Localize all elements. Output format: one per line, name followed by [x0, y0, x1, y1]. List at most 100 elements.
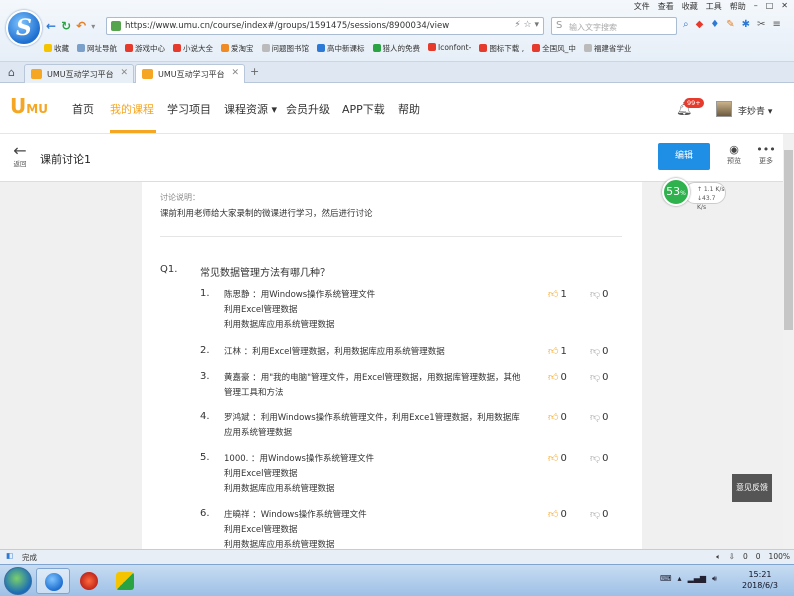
username-menu[interactable]: 李妙青 ▾	[738, 104, 772, 117]
tools-icon[interactable]: ✂	[757, 19, 765, 30]
address-bar[interactable]: https://www.umu.cn/course/index#/groups/…	[106, 17, 544, 35]
menu-help[interactable]: 帮助	[730, 1, 746, 12]
dropdown-icon[interactable]: ▾	[91, 22, 95, 31]
home-icon[interactable]: ⌂	[8, 66, 15, 79]
bookmark-item[interactable]: 全国风_中	[532, 43, 576, 54]
search-box[interactable]: S 输入文字搜索	[551, 17, 677, 35]
more-button[interactable]: ••• 更多	[754, 144, 778, 166]
preview-button[interactable]: ◉ 预览	[722, 144, 746, 166]
network-icon[interactable]: ▂▄▆	[688, 574, 706, 584]
audio-icon[interactable]: 🔈︎	[716, 552, 721, 562]
like-button[interactable]: 👍︎ 0	[548, 508, 567, 520]
menu-file[interactable]: 文件	[634, 1, 650, 12]
avatar[interactable]	[716, 101, 732, 117]
eye-icon: ◉	[729, 143, 739, 156]
nav-course-resources[interactable]: 课程资源 ▾	[224, 101, 277, 117]
description-text: 课前利用老师给大家录制的微课进行学习，然后进行讨论	[160, 209, 373, 219]
minimize-icon[interactable]: –	[754, 1, 758, 12]
umu-favicon-icon	[142, 69, 153, 79]
close-window-icon[interactable]: ✕	[781, 1, 788, 12]
edit-button[interactable]: 编辑	[658, 143, 710, 170]
tab-close-icon[interactable]: ✕	[231, 68, 239, 78]
nav-learning-projects[interactable]: 学习项目	[167, 101, 211, 117]
taskbar-app3[interactable]	[108, 568, 142, 594]
windows-taskbar: ⌨ ▴ ▂▄▆ 🔊︎ 15:21 2018/6/3	[0, 564, 794, 596]
app-icon	[116, 572, 134, 590]
like-button[interactable]: 👍︎ 1	[548, 288, 567, 300]
maximize-icon[interactable]: □	[766, 1, 774, 12]
search-icon[interactable]: ⌕	[683, 19, 689, 30]
dislike-button[interactable]: 👎︎ 0	[590, 411, 609, 423]
nav-membership[interactable]: 会员升级	[286, 101, 330, 117]
browser-logo-icon[interactable]: S	[6, 10, 42, 46]
system-tray: ⌨ ▴ ▂▄▆ 🔊︎	[660, 574, 717, 584]
thumbs-up-icon: 👍︎	[548, 289, 559, 300]
download-icon[interactable]: ⇩	[729, 552, 735, 562]
extensions-icon[interactable]: ✱	[742, 19, 750, 30]
address-url[interactable]: https://www.umu.cn/course/index#/groups/…	[125, 21, 449, 31]
like-button[interactable]: 👍︎ 0	[548, 411, 567, 423]
back-arrow-icon[interactable]: ←	[46, 19, 56, 33]
bookmark-item[interactable]: 小说大全	[173, 43, 213, 54]
scrollbar[interactable]	[783, 134, 794, 549]
dislike-button[interactable]: 👎︎ 0	[590, 345, 609, 357]
menu-tools[interactable]: 工具	[706, 1, 722, 12]
start-button[interactable]	[4, 567, 32, 595]
keyboard-icon[interactable]: ⌨	[660, 574, 672, 584]
bookmark-item[interactable]: 猎人的免费	[372, 43, 420, 54]
dislike-button[interactable]: 👎︎ 0	[590, 371, 609, 383]
zoom-level[interactable]: 100%	[769, 552, 790, 562]
toolbar-icons: ⌕ ◆ ♦ ✎ ✱ ✂ ≡	[683, 19, 781, 30]
bookmark-item[interactable]: 网址导航	[77, 43, 117, 54]
bookmark-item[interactable]: 福建省学业	[583, 43, 631, 54]
secure-lock-icon	[111, 21, 121, 31]
nav-home[interactable]: 首页	[72, 101, 94, 117]
tab-umu-1[interactable]: UMU互动学习平台 ✕	[24, 64, 134, 83]
more-dots-icon: •••	[756, 143, 776, 156]
menu-icon[interactable]: ≡	[772, 19, 780, 30]
new-tab-button[interactable]: +	[250, 65, 259, 78]
feedback-button[interactable]: 意见反馈	[732, 474, 772, 502]
umu-logo[interactable]: UMU	[10, 94, 48, 118]
bookmark-item[interactable]: 游戏中心	[125, 43, 165, 54]
bookmark-item[interactable]: Iconfont-	[428, 43, 471, 54]
search-engine-icon[interactable]: S	[556, 20, 562, 31]
thumbs-down-icon: 👎︎	[590, 412, 601, 423]
dislike-button[interactable]: 👎︎ 0	[590, 508, 609, 520]
scrollbar-thumb[interactable]	[784, 150, 793, 330]
menu-favorites[interactable]: 收藏	[682, 1, 698, 12]
like-button[interactable]: 👍︎ 0	[548, 371, 567, 383]
undo-icon[interactable]: ↶	[76, 19, 86, 33]
taskbar-media[interactable]	[72, 568, 106, 594]
like-button[interactable]: 👍︎ 0	[548, 452, 567, 464]
plugin-icon[interactable]: ◆	[696, 19, 704, 30]
tab-umu-2[interactable]: UMU互动学习平台 ✕	[135, 64, 245, 83]
system-clock[interactable]: 15:21 2018/6/3	[742, 569, 778, 591]
thumbs-up-icon: 👍︎	[548, 509, 559, 520]
answer-text: 陈思静 ：用Windows操作系统管理文件 利用Excel管理数据 利用数据库应…	[224, 290, 376, 330]
back-button[interactable]: ← 返回	[10, 143, 30, 169]
bookmark-item[interactable]: 图标下载 ,	[479, 43, 524, 54]
menu-view[interactable]: 查看	[658, 1, 674, 12]
dislike-button[interactable]: 👎︎ 0	[590, 452, 609, 464]
shield-icon[interactable]: ♦	[710, 19, 719, 30]
tab-close-icon[interactable]: ✕	[120, 68, 128, 78]
paint-icon[interactable]: ✎	[726, 19, 734, 30]
nav-help[interactable]: 帮助	[398, 101, 420, 117]
bookmark-item[interactable]: 高中新课标	[317, 43, 365, 54]
dislike-button[interactable]: 👎︎ 0	[590, 288, 609, 300]
bookmark-item[interactable]: 爱淘宝	[221, 43, 254, 54]
address-tools-icon[interactable]: ⚡ ☆ ▾	[514, 20, 539, 30]
nav-app-download[interactable]: APP下载	[342, 101, 385, 117]
like-button[interactable]: 👍︎ 1	[548, 345, 567, 357]
bookmark-item[interactable]: 问题图书馆	[261, 43, 309, 54]
tray-arrow-icon[interactable]: ▴	[678, 574, 682, 584]
network-speed-widget[interactable]: ↑ 1.1 K/s ↓43.7 K/s 53%	[662, 178, 728, 212]
volume-icon[interactable]: 🔊︎	[712, 574, 717, 584]
bookmark-item[interactable]: 收藏	[44, 43, 69, 54]
nav-my-courses[interactable]: 我的课程	[110, 101, 154, 117]
thumbs-up-icon: 👍︎	[548, 412, 559, 423]
taskbar-browser[interactable]	[36, 568, 70, 594]
app-header: UMU 首页 我的课程 学习项目 课程资源 ▾ 会员升级 APP下载 帮助 🔔︎…	[0, 84, 794, 134]
refresh-icon[interactable]: ↻	[61, 19, 71, 33]
